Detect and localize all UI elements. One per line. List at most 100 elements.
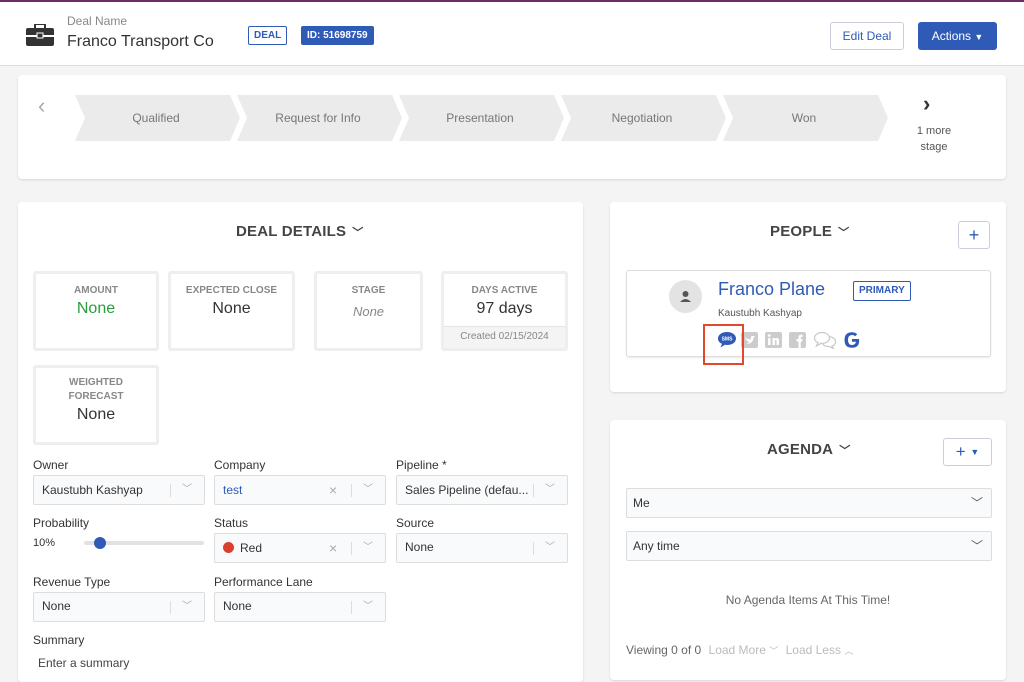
revenue-type-select[interactable]: None ﹀ <box>33 592 205 622</box>
stage-label: Request for Info <box>275 111 361 125</box>
chat-icon[interactable] <box>813 331 837 349</box>
chevron-down-icon: ﹀ <box>182 484 192 495</box>
caret-down-icon: ▼ <box>974 32 984 42</box>
plus-icon: + <box>955 442 966 461</box>
kpi-label: EXPECTED CLOSE <box>185 285 278 296</box>
add-agenda-button[interactable]: + ▼ <box>943 438 992 466</box>
people-panel: PEOPLE ﹀ + Franco Plane PRIMARY Kaustubh … <box>610 202 1006 392</box>
edit-deal-button[interactable]: Edit Deal <box>830 22 904 50</box>
deal-name-label: Deal Name <box>67 14 128 28</box>
performance-lane-label: Performance Lane <box>214 575 313 589</box>
company-value[interactable]: test <box>223 483 242 497</box>
agenda-panel: AGENDA ﹀ + ▼ Me ﹀ Any time ﹀ No Agenda Item… <box>610 420 1006 680</box>
revenue-type-label: Revenue Type <box>33 575 111 589</box>
people-title-text: PEOPLE <box>770 223 833 240</box>
kpi-value: 97 days <box>476 300 533 317</box>
load-more-text: Load More <box>708 643 766 657</box>
kpi-label: STAGE <box>351 285 386 296</box>
performance-lane-value: None <box>223 599 252 613</box>
google-icon[interactable] <box>843 331 861 349</box>
kpi-label: WEIGHTED FORECAST <box>68 377 124 402</box>
agenda-user-filter[interactable]: Me ﹀ <box>626 488 992 518</box>
owner-select[interactable]: Kaustubh Kashyap ﹀ <box>33 475 205 505</box>
agenda-pagination: Viewing 0 of 0 Load More ﹀ Load Less ︿ <box>626 643 853 657</box>
summary-input[interactable]: Enter a summary <box>38 656 129 670</box>
user-icon <box>680 291 691 302</box>
deal-type-badge: DEAL <box>248 26 288 45</box>
person-owner: Kaustubh Kashyap <box>718 308 802 319</box>
chevron-up-icon: ︿ <box>844 646 854 656</box>
owner-label: Owner <box>33 458 69 472</box>
load-more-link[interactable]: Load More ﹀ <box>709 643 779 657</box>
chevron-down-icon: ﹀ <box>363 601 373 612</box>
clear-icon[interactable]: × <box>329 476 337 504</box>
chevron-down-icon: ﹀ <box>970 496 983 510</box>
kpi-amount: AMOUNT None <box>33 271 159 351</box>
status-color-dot <box>223 542 234 553</box>
deal-details-panel: DEAL DETAILS ﹀ AMOUNT None EXPECTED CLOSE… <box>18 202 583 682</box>
status-select[interactable]: Red × ﹀ <box>214 533 386 563</box>
owner-value: Kaustubh Kashyap <box>42 483 143 497</box>
clear-icon[interactable]: × <box>329 534 337 562</box>
stage-presentation[interactable]: Presentation <box>399 95 564 141</box>
status-label: Status <box>214 516 249 530</box>
agenda-time-filter[interactable]: Any time ﹀ <box>626 531 992 561</box>
more-stages-label[interactable]: 1 more stage <box>906 123 962 155</box>
summary-label: Summary <box>33 633 85 647</box>
stage-qualified[interactable]: Qualified <box>75 95 240 141</box>
kpi-value: None <box>352 304 385 319</box>
chevron-down-icon: ﹀ <box>838 227 850 239</box>
stage-next-chevron-icon[interactable]: › <box>923 91 930 117</box>
pipeline-select[interactable]: Sales Pipeline (defau... ﹀ <box>396 475 568 505</box>
load-less-link[interactable]: Load Less ︿ <box>786 643 854 657</box>
source-select[interactable]: None ﹀ <box>396 533 568 563</box>
stage-prev-chevron-icon[interactable]: ‹ <box>38 93 45 119</box>
add-person-button[interactable]: + <box>958 221 990 249</box>
primary-badge: PRIMARY <box>853 281 911 301</box>
source-value: None <box>405 540 434 554</box>
stage-bar: ‹ Qualified Request for Info Presentation N… <box>18 75 1006 179</box>
chevron-down-icon: ﹀ <box>545 542 555 553</box>
linkedin-icon[interactable] <box>765 331 783 349</box>
highlight-box <box>703 324 744 365</box>
chevron-down-icon: ﹀ <box>769 646 779 656</box>
deal-details-title-text: DEAL DETAILS <box>236 223 347 240</box>
company-select[interactable]: test × ﹀ <box>214 475 386 505</box>
slider-handle[interactable] <box>94 537 106 549</box>
pipeline-value: Sales Pipeline (defau... <box>405 483 529 497</box>
stage-negotiation[interactable]: Negotiation <box>561 95 726 141</box>
probability-value: 10% <box>33 537 56 549</box>
probability-label: Probability <box>33 516 90 530</box>
person-name[interactable]: Franco Plane <box>718 279 825 300</box>
stage-label: Won <box>791 111 817 125</box>
source-label: Source <box>396 516 435 530</box>
revenue-type-value: None <box>42 599 71 613</box>
agenda-user-value: Me <box>633 496 650 510</box>
stage-label: Presentation <box>446 111 514 125</box>
briefcase-icon <box>26 24 54 46</box>
people-title[interactable]: PEOPLE ﹀ <box>770 223 849 240</box>
kpi-days-active: DAYS ACTIVE 97 days Created 02/15/2024 <box>441 271 568 351</box>
load-less-text: Load Less <box>785 643 841 657</box>
performance-lane-select[interactable]: None ﹀ <box>214 592 386 622</box>
facebook-icon[interactable] <box>789 331 807 349</box>
agenda-title[interactable]: AGENDA ﹀ <box>767 441 850 458</box>
kpi-weighted-forecast: WEIGHTED FORECAST None <box>33 365 159 445</box>
pipeline-label: Pipeline * <box>396 458 447 472</box>
probability-slider[interactable] <box>84 537 204 549</box>
status-value: Red <box>240 541 263 555</box>
caret-down-icon: ▼ <box>970 447 980 457</box>
chevron-down-icon: ﹀ <box>182 601 192 612</box>
stage-won[interactable]: Won <box>723 95 888 141</box>
deal-details-title[interactable]: DEAL DETAILS ﹀ <box>236 223 363 240</box>
kpi-value: None <box>76 406 116 423</box>
kpi-label: DAYS ACTIVE <box>471 285 538 296</box>
stage-request-for-info[interactable]: Request for Info <box>237 95 402 141</box>
deal-id-badge: ID: 51698759 <box>301 26 374 45</box>
created-date: Created 02/15/2024 <box>444 326 565 348</box>
kpi-expected-close: EXPECTED CLOSE None <box>168 271 295 351</box>
chevron-down-icon: ﹀ <box>363 484 373 495</box>
actions-button[interactable]: Actions ▼ <box>918 22 997 50</box>
chevron-down-icon: ﹀ <box>970 539 983 553</box>
viewing-count: Viewing 0 of 0 <box>626 643 702 657</box>
